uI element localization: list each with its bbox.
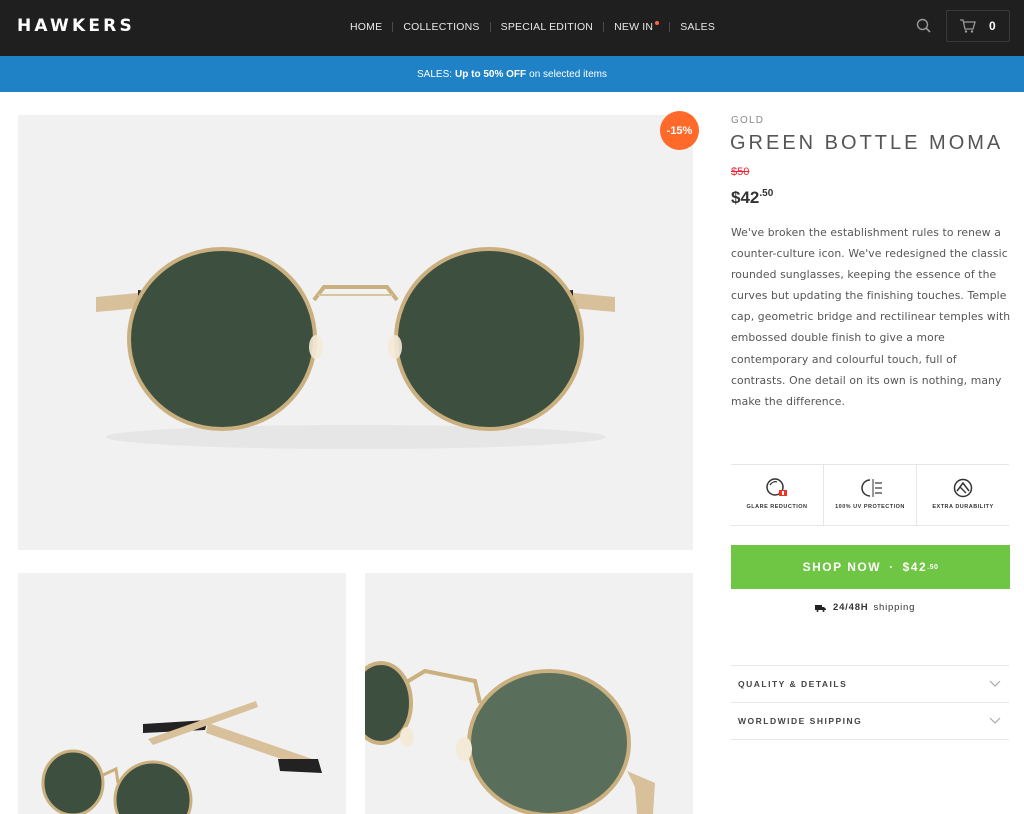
shop-now-label: SHOP NOW bbox=[802, 560, 882, 574]
promo-suffix: on selected items bbox=[529, 68, 607, 80]
search-button[interactable] bbox=[914, 16, 934, 36]
feature-label: 100% UV PROTECTION bbox=[835, 504, 905, 510]
nav-new-in-label: NEW IN bbox=[614, 21, 654, 33]
sunglasses-closeup-image bbox=[365, 661, 655, 814]
price-cents: .50 bbox=[759, 188, 774, 199]
feature-label: GLARE REDUCTION bbox=[746, 504, 808, 510]
feature-list: GLARE REDUCTION 100% UV PROTECTION EXTRA… bbox=[731, 464, 1009, 526]
main-nav: HOME COLLECTIONS SPECIAL EDITION NEW IN … bbox=[340, 19, 725, 35]
discount-badge: -15% bbox=[660, 111, 699, 150]
feature-label: EXTRA DURABILITY bbox=[932, 504, 994, 510]
nav-sales[interactable]: SALES bbox=[670, 21, 725, 33]
product-side-image[interactable] bbox=[18, 573, 346, 814]
shipping-time: 24/48H bbox=[833, 602, 869, 613]
extra-durability-icon bbox=[953, 478, 973, 498]
product-main-image[interactable] bbox=[18, 115, 693, 550]
feature-uv-protection: 100% UV PROTECTION bbox=[824, 465, 917, 525]
uv-protection-icon bbox=[861, 479, 882, 497]
product-color-label: GOLD bbox=[731, 115, 765, 126]
glare-reduction-icon bbox=[766, 478, 787, 496]
truck-icon bbox=[815, 604, 826, 612]
product-title: GREEN BOTTLE MOMA bbox=[730, 132, 1004, 154]
search-icon bbox=[916, 18, 931, 33]
sunglasses-side-image bbox=[41, 701, 322, 814]
promo-highlight: Up to 50% OFF bbox=[455, 68, 527, 80]
nav-home[interactable]: HOME bbox=[340, 21, 392, 33]
site-header: HAWKERS HOME COLLECTIONS SPECIAL EDITION… bbox=[0, 0, 1024, 56]
cart-count: 0 bbox=[989, 19, 996, 33]
shop-now-price: $42 bbox=[902, 560, 928, 574]
accordion-quality-details[interactable]: QUALITY & DETAILS bbox=[731, 665, 1009, 702]
price-main: $42 bbox=[731, 188, 760, 207]
product-description: We've broken the establishment rules to … bbox=[731, 226, 1011, 408]
chevron-down-icon bbox=[989, 717, 1001, 724]
nav-collections[interactable]: COLLECTIONS bbox=[393, 21, 489, 33]
sunglasses-front-image bbox=[96, 247, 615, 449]
chevron-down-icon bbox=[989, 680, 1001, 687]
cart-button[interactable]: 0 bbox=[946, 10, 1010, 42]
shipping-info: 24/48H shipping bbox=[815, 602, 915, 613]
promo-prefix: SALES: bbox=[417, 68, 453, 80]
nav-new-in[interactable]: NEW IN bbox=[604, 21, 669, 33]
accordion-title: WORLDWIDE SHIPPING bbox=[738, 716, 863, 726]
feature-extra-durability: EXTRA DURABILITY bbox=[917, 465, 1009, 525]
shipping-text: shipping bbox=[873, 602, 916, 613]
cart-icon bbox=[960, 19, 976, 33]
nav-special-edition[interactable]: SPECIAL EDITION bbox=[491, 21, 603, 33]
site-logo[interactable]: HAWKERS bbox=[17, 16, 135, 36]
accordion-worldwide-shipping[interactable]: WORLDWIDE SHIPPING bbox=[731, 702, 1009, 739]
promo-banner[interactable]: SALES: Up to 50% OFF on selected items bbox=[0, 56, 1024, 92]
feature-glare-reduction: GLARE REDUCTION bbox=[731, 465, 824, 525]
shop-now-separator: · bbox=[889, 560, 895, 574]
shop-now-price-cents: .50 bbox=[927, 563, 939, 571]
product-detail-image[interactable] bbox=[365, 573, 693, 814]
accordion-divider bbox=[731, 739, 1009, 740]
old-price: $50 bbox=[731, 166, 750, 178]
accordion-title: QUALITY & DETAILS bbox=[738, 679, 848, 689]
current-price: $42.50 bbox=[731, 188, 773, 208]
shop-now-button[interactable]: SHOP NOW · $42.50 bbox=[731, 545, 1010, 589]
new-indicator-dot bbox=[655, 21, 660, 25]
